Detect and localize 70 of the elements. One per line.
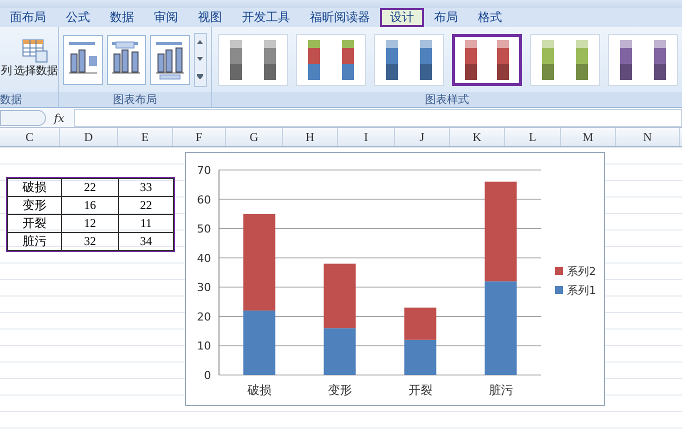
axis-tick-label: 0 <box>204 369 211 382</box>
column-header[interactable]: C <box>0 128 60 146</box>
axis-tick-label: 20 <box>197 310 211 324</box>
legend-swatch <box>555 286 563 294</box>
table-cell: 33 <box>118 178 174 196</box>
category-label: 开裂 <box>408 383 432 397</box>
chart-layout-option[interactable] <box>106 34 146 84</box>
ribbon-tab[interactable]: 数据 <box>100 8 144 27</box>
caret-icon <box>197 57 204 62</box>
column-header[interactable]: J <box>395 128 450 146</box>
column-header[interactable]: E <box>118 128 173 146</box>
chart-layout-option[interactable] <box>150 34 190 84</box>
axis-tick-label: 30 <box>197 281 211 294</box>
caret-icon <box>197 74 204 80</box>
column-header[interactable]: I <box>338 128 395 146</box>
table-cell: 11 <box>118 214 174 232</box>
ribbon-tab[interactable]: 福昕阅读器 <box>300 8 380 27</box>
category-label: 变形 <box>328 383 352 397</box>
column-header[interactable]: K <box>450 128 505 146</box>
table-cell: 22 <box>118 196 174 214</box>
formula-field[interactable] <box>74 109 682 127</box>
bar-segment <box>324 264 356 328</box>
column-header[interactable]: D <box>60 128 118 146</box>
ribbon-tab[interactable]: 格式 <box>468 8 512 27</box>
function-label: fx <box>54 112 64 124</box>
table-icon <box>22 39 48 63</box>
column-header[interactable]: L <box>505 128 561 146</box>
ribbon-tab[interactable]: 开发工具 <box>232 8 300 27</box>
axis-tick-label: 50 <box>197 222 211 236</box>
category-label: 脏污 <box>488 383 513 397</box>
axis-tick-label: 10 <box>197 340 211 353</box>
chart-area[interactable]: 0 10 20 30 40 50 60 70 破损 变形 开裂 脏污 系列2 系列1 <box>185 152 605 406</box>
legend-label: 系列2 <box>567 265 596 278</box>
group-label: 图表布局 <box>59 92 211 107</box>
select-data-button[interactable]: 选择数据 <box>14 39 58 78</box>
legend-label: 系列1 <box>567 284 596 297</box>
axis-tick-label: 40 <box>197 252 211 265</box>
category-label: 破损 <box>247 383 272 397</box>
ribbon-tab[interactable]: 面布局 <box>0 8 56 27</box>
chart-layout-option[interactable] <box>63 34 103 84</box>
bar-segment <box>324 328 356 375</box>
chart-style-option[interactable] <box>452 34 522 86</box>
column-header[interactable]: N <box>616 128 680 146</box>
table-cell: 破损 <box>8 178 62 196</box>
button-label: 列 <box>1 63 12 78</box>
ribbon-tab[interactable]: 审阅 <box>144 8 188 27</box>
ribbon-tab[interactable]: 设计 <box>380 8 424 27</box>
axis-tick-label: 70 <box>197 164 211 177</box>
bar-segment <box>404 340 436 375</box>
axis-tick-label: 60 <box>197 193 211 206</box>
group-label: 图表样式 <box>212 92 682 107</box>
bar-segment <box>404 308 436 340</box>
table-cell: 22 <box>62 178 118 196</box>
table-cell: 变形 <box>8 196 62 214</box>
column-header[interactable]: G <box>226 128 283 146</box>
ribbon-tab[interactable]: 视图 <box>188 8 232 27</box>
caret-icon <box>197 40 204 44</box>
table-cell: 34 <box>118 232 174 250</box>
legend-swatch <box>555 267 563 275</box>
column-header[interactable]: M <box>561 128 616 146</box>
table-cell: 脏污 <box>8 232 62 250</box>
column-header[interactable]: F <box>173 128 226 146</box>
table-cell: 开裂 <box>8 214 62 232</box>
table-cell: 32 <box>62 232 118 250</box>
table-cell: 12 <box>62 214 118 232</box>
table-cell: 16 <box>62 196 118 214</box>
group-label: 数据 <box>0 92 58 107</box>
ribbon-tab[interactable]: 布局 <box>424 8 468 27</box>
column-header[interactable]: H <box>283 128 338 146</box>
ribbon-tab[interactable]: 公式 <box>56 8 100 27</box>
